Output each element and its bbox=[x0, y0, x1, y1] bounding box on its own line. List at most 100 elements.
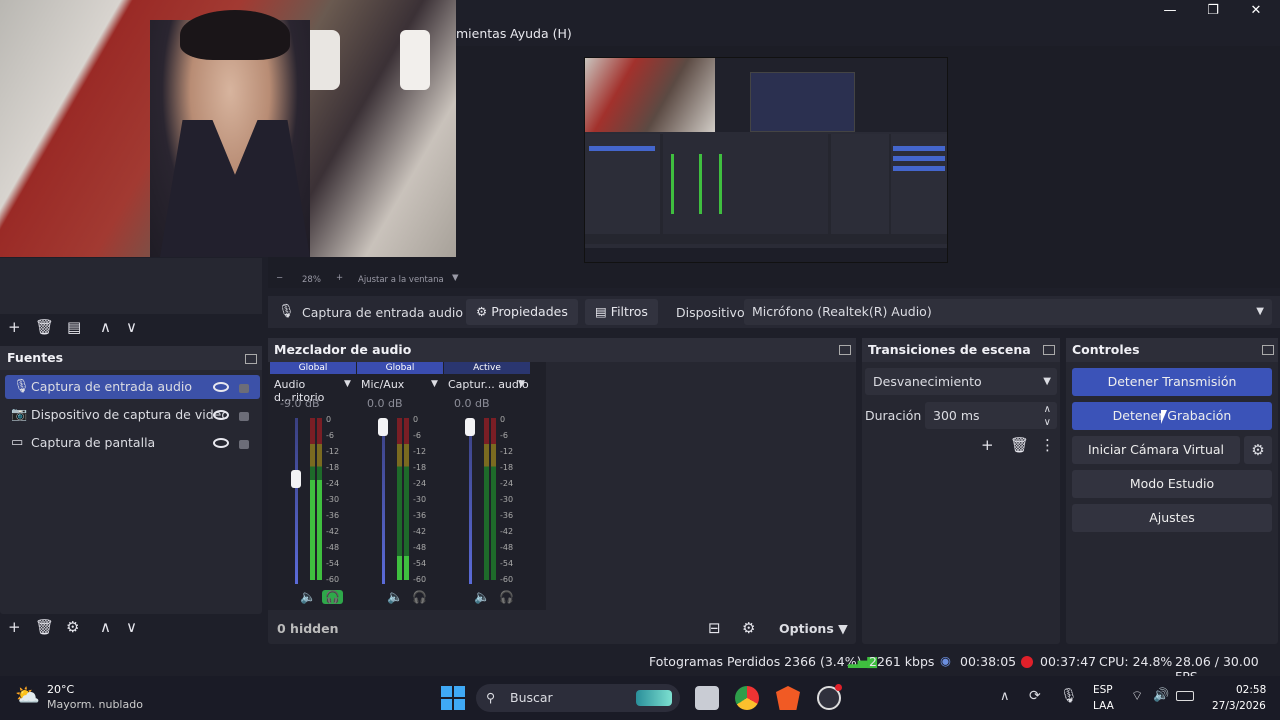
speaker-icon[interactable]: 🔈 bbox=[474, 590, 490, 605]
more-options-icon[interactable]: ⋮ bbox=[1040, 436, 1055, 454]
stop-stream-button[interactable]: Detener Transmisión bbox=[1072, 368, 1272, 396]
meter-scale-label: -30 bbox=[326, 495, 340, 504]
chrome-icon[interactable] bbox=[735, 686, 759, 710]
zoom-out-button[interactable]: − bbox=[276, 273, 283, 283]
advanced-audio-icon[interactable]: ⚙ bbox=[742, 619, 755, 637]
undock-icon[interactable] bbox=[1043, 345, 1055, 355]
remove-scene-icon[interactable]: 🗑 bbox=[35, 318, 54, 336]
volume-slider-track[interactable] bbox=[295, 418, 298, 584]
meter-scale-label: -48 bbox=[326, 543, 340, 552]
eye-icon[interactable] bbox=[213, 382, 229, 392]
source-settings-gear-icon[interactable]: ⚙ bbox=[66, 618, 79, 636]
remove-source-icon[interactable]: 🗑 bbox=[35, 618, 54, 636]
eye-icon[interactable] bbox=[213, 438, 229, 448]
dropped-frames: Fotogramas Perdidos 2366 (3.4%) bbox=[649, 654, 862, 669]
chevron-down-icon[interactable]: ▼ bbox=[431, 379, 438, 389]
volume-slider-track[interactable] bbox=[469, 418, 472, 584]
hidden-count[interactable]: 0 hidden bbox=[277, 621, 339, 636]
lock-icon[interactable] bbox=[239, 440, 249, 449]
channel-tag: Active bbox=[444, 362, 530, 374]
layout-icon[interactable]: ⊟ bbox=[708, 619, 721, 637]
speaker-icon[interactable]: 🔈 bbox=[387, 590, 403, 605]
start-virtual-camera-button[interactable]: Iniciar Cámara Virtual bbox=[1072, 436, 1240, 464]
move-up-icon[interactable]: ∧ bbox=[100, 318, 111, 336]
headphones-icon[interactable]: 🎧 bbox=[496, 590, 517, 604]
speaker-icon[interactable]: 🔊 bbox=[1153, 688, 1169, 703]
taskbar-search[interactable]: ⚲ Buscar bbox=[476, 684, 680, 712]
meter-scale-label: -60 bbox=[326, 575, 340, 584]
transition-select[interactable]: Desvanecimiento ▼ bbox=[865, 368, 1057, 395]
lock-icon[interactable] bbox=[239, 412, 249, 421]
meter-scale-label: -48 bbox=[413, 543, 427, 552]
volume-slider-handle[interactable] bbox=[291, 469, 301, 488]
add-scene-icon[interactable]: + bbox=[8, 318, 21, 336]
clock-date[interactable]: 27/3/2026 bbox=[1212, 700, 1266, 712]
volume-slider-track[interactable] bbox=[382, 418, 385, 584]
headphones-icon[interactable]: 🎧 bbox=[322, 590, 343, 604]
channel-db: 0.0 dB bbox=[367, 397, 403, 410]
mouse-cursor-icon bbox=[1161, 410, 1167, 424]
menu-help[interactable]: Ayuda (H) bbox=[510, 26, 572, 41]
file-explorer-icon[interactable] bbox=[695, 686, 719, 710]
eye-icon[interactable] bbox=[213, 410, 229, 420]
monitor-icon: ▭ bbox=[11, 435, 24, 450]
source-item-video-capture[interactable]: 📷 Dispositivo de captura de video bbox=[5, 403, 260, 427]
undock-icon[interactable] bbox=[245, 354, 257, 364]
fit-window-label[interactable]: Ajustar a la ventana bbox=[358, 275, 444, 285]
chevron-down-icon[interactable]: ∨ bbox=[1044, 409, 1051, 436]
meter-scale-label: -54 bbox=[500, 559, 514, 568]
filters-button[interactable]: ▤ Filtros bbox=[585, 299, 658, 325]
sync-icon[interactable]: ⟳ bbox=[1029, 688, 1041, 704]
scenes-list[interactable] bbox=[0, 258, 262, 314]
close-button[interactable]: ✕ bbox=[1242, 2, 1270, 20]
minimize-button[interactable]: — bbox=[1156, 2, 1184, 20]
meter-scale-label: -6 bbox=[413, 431, 421, 440]
menu-tools[interactable]: mientas bbox=[456, 26, 506, 41]
volume-slider-handle[interactable] bbox=[378, 418, 388, 436]
language-primary[interactable]: ESP bbox=[1093, 684, 1113, 696]
filter-icon: ▤ bbox=[595, 304, 611, 319]
add-transition-icon[interactable]: + bbox=[981, 436, 994, 454]
zoom-dropdown-icon[interactable]: ▼ bbox=[452, 273, 459, 283]
move-up-icon[interactable]: ∧ bbox=[100, 618, 111, 636]
source-item-audio-input[interactable]: 🎙 Captura de entrada audio bbox=[5, 375, 260, 399]
options-menu[interactable]: Options ▼ bbox=[779, 621, 848, 636]
meter-scale-label: -36 bbox=[326, 511, 340, 520]
windows-start-icon[interactable] bbox=[441, 686, 465, 710]
studio-mode-button[interactable]: Modo Estudio bbox=[1072, 470, 1272, 498]
device-select[interactable]: Micrófono (Realtek(R) Audio) ▼ bbox=[744, 299, 1272, 325]
microphone-icon[interactable]: 🎙 bbox=[1060, 688, 1078, 704]
zoom-in-button[interactable]: + bbox=[336, 273, 343, 283]
speaker-icon[interactable]: 🔈 bbox=[300, 590, 316, 605]
clock-time[interactable]: 02:58 bbox=[1236, 684, 1266, 696]
search-icon: ⚲ bbox=[486, 690, 496, 705]
chevron-down-icon[interactable]: ▼ bbox=[344, 379, 351, 389]
move-down-icon[interactable]: ∨ bbox=[126, 318, 137, 336]
meter-scale-label: -24 bbox=[500, 479, 514, 488]
stop-recording-button[interactable]: Detener Grabación bbox=[1072, 402, 1272, 430]
virtual-camera-gear-icon[interactable]: ⚙ bbox=[1244, 436, 1272, 464]
meter-scale-label: -12 bbox=[413, 447, 427, 456]
lock-icon[interactable] bbox=[239, 384, 249, 393]
source-item-screen-capture[interactable]: ▭ Captura de pantalla bbox=[5, 431, 260, 455]
properties-button[interactable]: ⚙ Propiedades bbox=[466, 299, 578, 325]
bitrate: 2261 kbps bbox=[869, 654, 935, 669]
undock-icon[interactable] bbox=[839, 345, 851, 355]
add-source-icon[interactable]: + bbox=[8, 618, 21, 636]
scene-filter-icon[interactable]: ▤ bbox=[67, 318, 81, 336]
battery-icon[interactable] bbox=[1176, 691, 1194, 701]
move-down-icon[interactable]: ∨ bbox=[126, 618, 137, 636]
remove-transition-icon[interactable]: 🗑 bbox=[1010, 436, 1029, 454]
chevron-down-icon[interactable]: ▼ bbox=[518, 379, 525, 389]
language-secondary[interactable]: LAA bbox=[1093, 700, 1114, 712]
headphones-icon[interactable]: 🎧 bbox=[409, 590, 430, 604]
settings-button[interactable]: Ajustes bbox=[1072, 504, 1272, 532]
chevron-up-icon[interactable]: ∧ bbox=[1000, 689, 1010, 704]
maximize-button[interactable]: ❐ bbox=[1199, 2, 1227, 20]
meter-scale-label: -54 bbox=[413, 559, 427, 568]
duration-spinbox[interactable]: 300 ms ∧ ∨ bbox=[925, 402, 1057, 429]
undock-icon[interactable] bbox=[1262, 345, 1274, 355]
meter-scale-label: -6 bbox=[500, 431, 508, 440]
wifi-icon[interactable]: ⌔ bbox=[1131, 688, 1143, 704]
volume-slider-handle[interactable] bbox=[465, 418, 475, 436]
